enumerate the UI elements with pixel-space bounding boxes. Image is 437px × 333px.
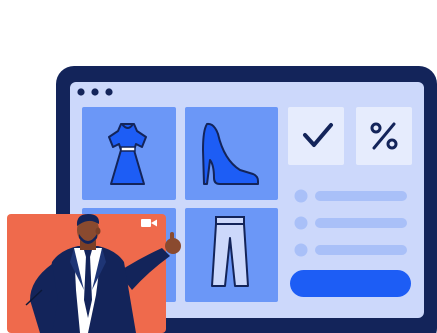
percent-card[interactable] — [356, 107, 412, 165]
check-card[interactable] — [288, 107, 344, 165]
checkout-button[interactable] — [290, 270, 411, 297]
product-tile-heel[interactable] — [185, 107, 278, 200]
three-dots-icon — [77, 88, 113, 96]
product-tile-dress[interactable] — [82, 107, 176, 200]
ecommerce-illustration — [0, 0, 437, 333]
illustration-canvas — [7, 66, 437, 333]
product-tile-pants[interactable] — [185, 208, 278, 302]
video-call-window[interactable] — [7, 214, 181, 333]
